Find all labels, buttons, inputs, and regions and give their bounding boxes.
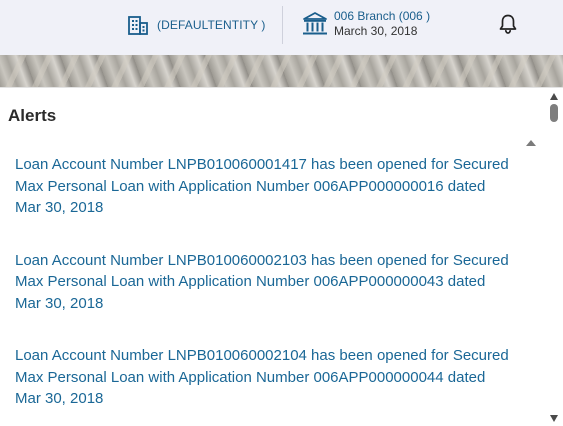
alerts-list: Loan Account Number LNPB010060001417 has…	[15, 154, 515, 426]
entity-label[interactable]: (DEFAULTENTITY )	[157, 18, 266, 32]
decorative-banner	[0, 55, 563, 88]
branch-selector[interactable]: 006 Branch (006 ) March 30, 2018	[302, 9, 430, 39]
scrollbar-thumb[interactable]	[550, 104, 558, 122]
header-divider	[282, 6, 283, 44]
building-icon	[128, 16, 148, 35]
branch-name[interactable]: 006 Branch (006 )	[334, 9, 430, 24]
scrollbar[interactable]	[546, 88, 563, 426]
branch-date: March 30, 2018	[334, 24, 418, 38]
scrollbar-up-arrow-icon[interactable]	[550, 93, 558, 100]
top-header-bar: (DEFAULTENTITY ) 006 Branch (006 ) March…	[0, 0, 563, 56]
entity-selector[interactable]: (DEFAULTENTITY )	[127, 13, 266, 37]
bank-icon	[303, 12, 327, 35]
branch-info: 006 Branch (006 ) March 30, 2018	[334, 9, 430, 39]
alerts-panel: Alerts Loan Account Number LNPB010060001…	[0, 87, 563, 426]
alert-item[interactable]: Loan Account Number LNPB010060002104 has…	[15, 345, 515, 410]
app-root: (DEFAULTENTITY ) 006 Branch (006 ) March…	[0, 0, 563, 426]
scrollbar-down-arrow-icon[interactable]	[550, 415, 558, 422]
scroll-up-icon[interactable]	[526, 140, 536, 146]
alert-item[interactable]: Loan Account Number LNPB010060001417 has…	[15, 154, 515, 219]
alert-item[interactable]: Loan Account Number LNPB010060002103 has…	[15, 250, 515, 315]
bell-icon[interactable]	[497, 13, 519, 35]
alerts-title: Alerts	[8, 106, 57, 125]
